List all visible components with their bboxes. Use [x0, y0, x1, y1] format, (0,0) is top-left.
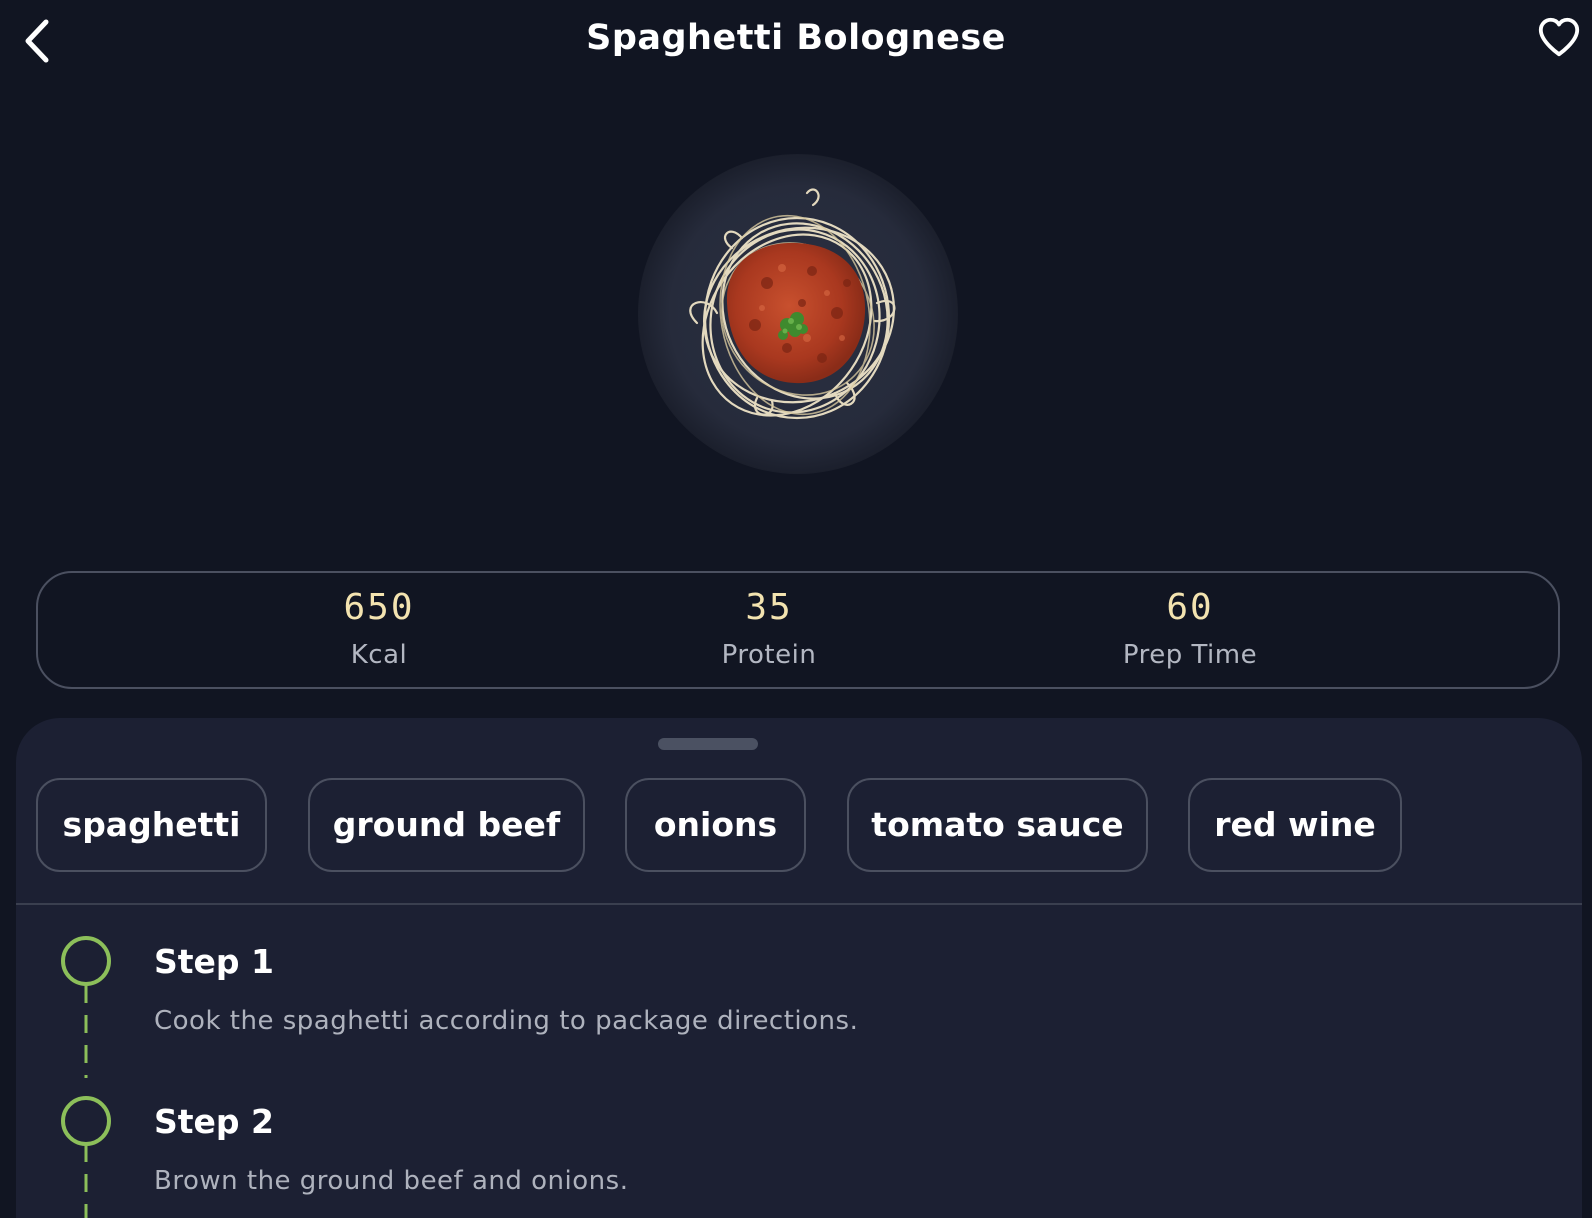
- step-2-description: Brown the ground beef and onions.: [154, 1166, 629, 1196]
- drag-handle[interactable]: [658, 738, 758, 750]
- stat-prep-time: 60 Prep Time: [1040, 573, 1340, 670]
- stat-value: 60: [1166, 587, 1214, 628]
- dish-image: [638, 154, 958, 474]
- stat-label: Kcal: [350, 640, 408, 670]
- heart-outline-icon: [1538, 17, 1580, 57]
- ingredient-chip-tomato-sauce[interactable]: tomato sauce: [847, 778, 1148, 872]
- recipe-details-sheet: spaghetti ground beef onions tomato sauc…: [16, 718, 1582, 1218]
- ingredient-chip-red-wine[interactable]: red wine: [1188, 778, 1402, 872]
- step-1-description: Cook the spaghetti according to package …: [154, 1006, 859, 1036]
- ingredient-chip-ground-beef[interactable]: ground beef: [308, 778, 585, 872]
- step-1-marker: [61, 936, 111, 986]
- favorite-button[interactable]: [1536, 14, 1586, 64]
- nutrition-stats: 650 Kcal 35 Protein 60 Prep Time: [36, 571, 1560, 689]
- step-2-marker: [61, 1096, 111, 1146]
- stat-value: 35: [745, 587, 793, 628]
- stat-protein: 35 Protein: [619, 573, 919, 670]
- stat-value: 650: [343, 587, 415, 628]
- top-bar: Spaghetti Bolognese: [0, 0, 1592, 90]
- divider: [16, 903, 1582, 905]
- steps-timeline: Step 1 Cook the spaghetti according to p…: [46, 918, 1546, 1218]
- page-title: Spaghetti Bolognese: [586, 18, 1006, 58]
- timeline-track: [61, 936, 111, 1218]
- step-2-title: Step 2: [154, 1102, 274, 1141]
- stat-label: Protein: [721, 640, 817, 670]
- step-1-title: Step 1: [154, 942, 274, 981]
- stat-label: Prep Time: [1122, 640, 1258, 670]
- ingredient-chip-onions[interactable]: onions: [625, 778, 806, 872]
- ingredient-chip-spaghetti[interactable]: spaghetti: [36, 778, 267, 872]
- stat-kcal: 650 Kcal: [229, 573, 529, 670]
